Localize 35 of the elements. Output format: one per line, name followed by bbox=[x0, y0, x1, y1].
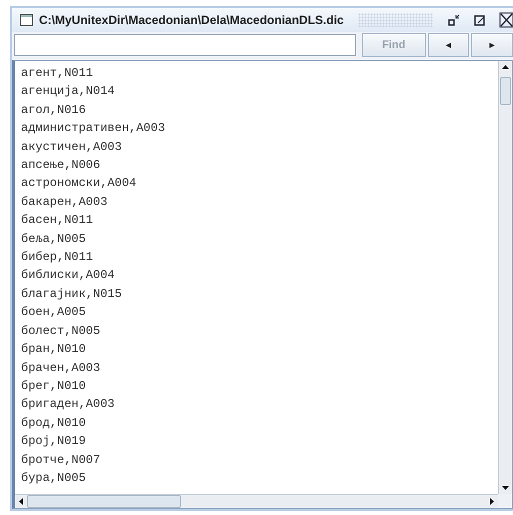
dictionary-line: бран,N010 bbox=[21, 341, 86, 358]
dictionary-line: брод,N010 bbox=[21, 414, 86, 432]
scroll-thumb[interactable] bbox=[27, 495, 181, 508]
window-icon bbox=[20, 14, 33, 26]
dictionary-line: агол,N016 bbox=[21, 102, 86, 119]
scroll-thumb[interactable] bbox=[500, 77, 511, 105]
previous-button[interactable]: ◄ bbox=[428, 33, 470, 57]
dictionary-line: бакарен,A003 bbox=[21, 194, 108, 211]
dictionary-line: бротче,N007 bbox=[21, 452, 100, 469]
dictionary-line: благајник,N015 bbox=[21, 286, 122, 303]
dictionary-line: административен,A003 bbox=[21, 120, 166, 138]
dictionary-line: бура,N005 bbox=[21, 470, 86, 487]
horizontal-scrollbar[interactable] bbox=[15, 494, 498, 508]
next-button[interactable]: ► bbox=[471, 33, 513, 57]
dictionary-line: агенција,N014 bbox=[21, 83, 115, 100]
dictionary-line: бибер,N011 bbox=[21, 249, 94, 266]
close-icon[interactable] bbox=[499, 12, 513, 28]
dictionary-line: апсење,N006 bbox=[21, 157, 100, 174]
dictionary-line: акустичен,A003 bbox=[21, 138, 122, 156]
dictionary-line: басен,N011 bbox=[21, 212, 94, 230]
dictionary-line: беља,N005 bbox=[21, 230, 86, 248]
search-field[interactable] bbox=[14, 34, 356, 56]
dictionary-line: болест,N005 bbox=[21, 322, 100, 340]
restore-icon[interactable] bbox=[447, 13, 461, 27]
dictionary-line: агент,N011 bbox=[21, 65, 94, 82]
dictionary-line: број,N019 bbox=[21, 433, 86, 450]
dictionary-line: бригаден,A003 bbox=[21, 396, 115, 414]
maximize-icon[interactable] bbox=[473, 13, 487, 27]
vertical-scrollbar[interactable] bbox=[498, 61, 512, 494]
dictionary-line: брачен,A003 bbox=[21, 360, 100, 376]
dictionary-line: брег,N010 bbox=[21, 378, 86, 395]
dictionary-line: библиски,A004 bbox=[21, 267, 115, 284]
dictionary-line: боен,A005 bbox=[21, 304, 86, 322]
dictionary-line: астрономски,A004 bbox=[21, 175, 136, 192]
window-title: C:\MyUnitexDir\Macedonian\Dela\MacedonianDLS.dic bbox=[39, 13, 344, 27]
